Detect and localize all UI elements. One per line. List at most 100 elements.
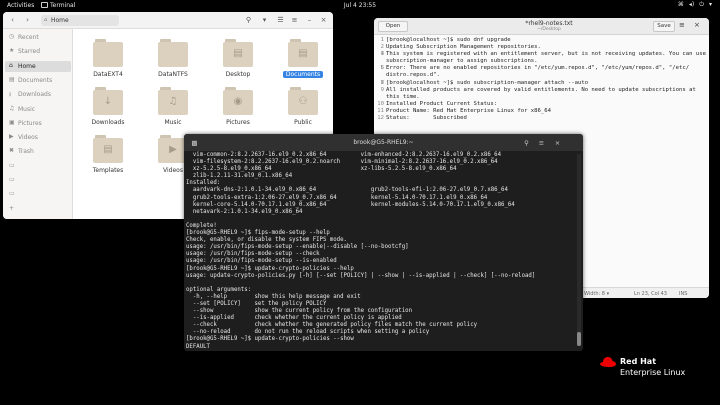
close-icon[interactable]: × xyxy=(552,138,563,148)
editor-line: 12 Status: Subscribed xyxy=(377,115,707,122)
sidebar-item-icon: ▭ xyxy=(9,190,15,198)
terminal-line: grub2-tools-extra-1:2.06-27.el9_0.7.x86_… xyxy=(186,194,488,201)
folder-label: Documents xyxy=(283,71,323,78)
terminal-line: zlib-1.2.11-31.el9_0.1.x86_64 xyxy=(186,173,293,180)
folder-glyph: ◉ xyxy=(233,96,243,107)
folder-label: Music xyxy=(164,119,182,126)
folder-desktop[interactable]: ▤ Desktop xyxy=(216,38,260,86)
folder-label: Pictures xyxy=(226,119,250,126)
sidebar-item-documents[interactable]: ▤ Documents xyxy=(5,75,71,86)
path-label: Home xyxy=(51,17,69,24)
terminal-line: vim-filesystem-2:8.2.2637-16.el9_0.2.noa… xyxy=(186,159,498,166)
folder-pictures[interactable]: ◉ Pictures xyxy=(216,86,260,134)
close-icon[interactable]: × xyxy=(318,15,329,26)
terminal-headerbar: ▩ brook@G5-RHEL9:~ ⚲ ≡ × xyxy=(184,134,583,151)
editor-line: 2 Updating Subscription Management reposi… xyxy=(377,44,707,51)
document-path: ~/Desktop xyxy=(537,27,561,32)
sidebar-item-icon: ✖ xyxy=(9,147,15,155)
open-button[interactable]: Open xyxy=(378,21,408,32)
terminal-scrollbar[interactable] xyxy=(577,154,581,346)
sidebar-item-pictures[interactable]: ▣ Pictures xyxy=(5,118,71,129)
sidebar-item-icon: ⭳ xyxy=(9,91,12,99)
terminal-line: usage: update-crypto-policies.py [-h] [-… xyxy=(186,272,536,279)
sidebar-item-starred[interactable]: ★ Starred xyxy=(5,46,71,57)
view-options-icon[interactable]: ▾ xyxy=(259,15,270,26)
menu-icon[interactable]: ≡ xyxy=(679,21,685,29)
sidebar-item-drive-9[interactable]: ▭ xyxy=(5,161,71,172)
menu-icon[interactable]: ≡ xyxy=(536,138,547,148)
clock[interactable]: Jul 4 23:55 xyxy=(0,2,720,9)
save-button[interactable]: Save xyxy=(653,21,675,32)
terminal-line: usage: /usr/bin/fips-mode-setup --check xyxy=(186,251,320,258)
path-bar[interactable]: ⌂ Home xyxy=(41,15,119,26)
line-text: [brook@localhost ~]$ sudo subscription-m… xyxy=(386,79,589,86)
folder-documents[interactable]: ▤ Documents xyxy=(281,38,325,86)
minimize-icon[interactable]: – xyxy=(304,15,315,26)
redhat-logo: Red Hat Enterprise Linux xyxy=(600,356,710,384)
sidebar-item-icon: ▶ xyxy=(9,133,14,141)
folder-icon: ◉ xyxy=(223,86,253,116)
editor-text-area[interactable]: 1 [brook@localhost ~]$ sudo dnf upgrade 2 U… xyxy=(377,37,707,122)
sidebar-item-music[interactable]: ♫ Music xyxy=(5,104,71,115)
menu-icon[interactable]: ≡ xyxy=(289,15,300,26)
sidebar-item-icon: ▤ xyxy=(9,75,15,83)
folder-downloads[interactable]: ↓ Downloads xyxy=(86,86,130,134)
folder-glyph: ▤ xyxy=(103,144,113,155)
search-icon[interactable]: ⚲ xyxy=(521,138,532,148)
tab-width-selector[interactable]: Width: 8 ▾ xyxy=(584,291,609,297)
scrollbar-thumb[interactable] xyxy=(577,332,581,346)
terminal-line: xz-5.2.5-8.el9_0.x86_64 xz-libs-5.2.5-8.… xyxy=(186,166,457,173)
editor-line: 9 All installed products are covered by v… xyxy=(377,87,707,94)
power-icon[interactable]: ⏻ xyxy=(699,1,704,9)
chevron-down-icon[interactable]: ▾ xyxy=(709,1,712,9)
system-tray[interactable]: ⌘ ◂) ⏻ ▾ xyxy=(678,1,712,9)
terminal-line: [brook@G5-RHEL9 ~]$ update-crypto-polici… xyxy=(186,336,354,343)
sidebar-item-trash[interactable]: ✖ Trash xyxy=(5,146,71,157)
sidebar-item-videos[interactable]: ▶ Videos xyxy=(5,132,71,143)
folder-label: Public xyxy=(294,119,312,126)
sidebar-item-downloads[interactable]: ⭳ Downloads xyxy=(5,89,71,100)
document-title: *rhel9-notes.txt xyxy=(525,20,573,27)
folder-label: Templates xyxy=(92,167,124,174)
volume-icon[interactable]: ◂) xyxy=(689,1,694,9)
sidebar-item-home[interactable]: ⌂ Home xyxy=(5,60,71,72)
terminal-line: --no-reload do not run the reload script… xyxy=(186,329,430,336)
network-icon[interactable]: ⌘ xyxy=(678,1,684,9)
folder-glyph: ▤ xyxy=(298,48,308,59)
folder-music[interactable]: ♫ Music xyxy=(151,86,195,134)
line-text: [brook@localhost ~]$ sudo dnf upgrade xyxy=(386,37,511,43)
search-icon[interactable]: ⚲ xyxy=(243,15,254,26)
cursor-position[interactable]: Ln 23, Col 43 xyxy=(634,291,667,297)
sidebar-item-drive-10[interactable]: ▭ xyxy=(5,175,71,186)
folder-icon: ↓ xyxy=(93,86,123,116)
editor-line: subscription-manager to assign subscript… xyxy=(377,58,707,65)
list-view-icon[interactable]: ☰ xyxy=(275,15,286,26)
folder-public[interactable]: ⚇ Public xyxy=(281,86,325,134)
back-icon[interactable]: ‹ xyxy=(7,15,18,26)
forward-icon[interactable]: › xyxy=(22,15,33,26)
sidebar-item-drive-11[interactable]: ▭ xyxy=(5,189,71,200)
editor-line: 6 Error: There are no enabled repositorie… xyxy=(377,65,707,72)
line-text: distro.repos.d". xyxy=(386,72,440,79)
folder-label: Desktop xyxy=(225,71,251,78)
folder-icon xyxy=(158,38,188,68)
line-text: Installed Product Current Status: xyxy=(386,100,498,107)
terminal-line: DEFAULT xyxy=(186,343,210,350)
folder-datantfs[interactable]: DataNTFS xyxy=(151,38,195,86)
sidebar-item-icon: + xyxy=(9,204,15,212)
close-icon[interactable]: × xyxy=(694,21,700,29)
file-manager-headerbar: ‹ › ⌂ Home ⚲ ▾ ☰ ≡ – × xyxy=(3,12,333,29)
line-number: 10 xyxy=(377,100,384,107)
sidebar-item-label: Trash xyxy=(18,148,34,156)
sidebar-item-icon: ▣ xyxy=(9,118,15,126)
sidebar-item-drive-12[interactable]: + xyxy=(5,204,71,215)
line-text: Updating Subscription Management reposit… xyxy=(386,44,541,51)
folder-dataext4[interactable]: DataEXT4 xyxy=(86,38,130,86)
sidebar-item-recent[interactable]: ◷ Recent xyxy=(5,32,71,43)
line-text: subscription-manager to assign subscript… xyxy=(386,58,538,65)
terminal-output[interactable]: vim-common-2:8.2.2637-16.el9_0.2.x86_64 … xyxy=(186,152,576,351)
folder-templates[interactable]: ▤ Templates xyxy=(86,134,130,182)
line-text: Status: Subscribed xyxy=(386,115,467,122)
sidebar-item-label: Pictures xyxy=(18,119,42,127)
terminal-line: --set [POLICY] set the policy POLICY xyxy=(186,300,327,307)
